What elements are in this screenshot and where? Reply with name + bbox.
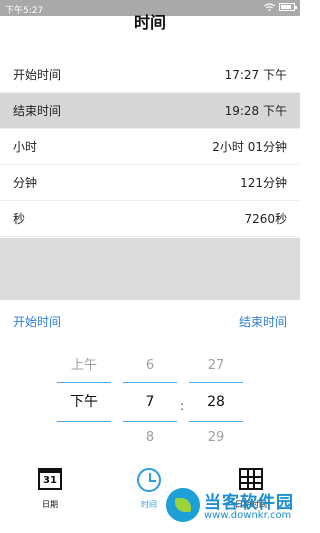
minutes-value: 121分钟 [240, 176, 287, 190]
calendar-icon: 31 [38, 468, 62, 490]
picker-tab-bar: 开始时间 结束时间 [0, 300, 300, 342]
watermark-url: www.downkr.com [204, 510, 292, 521]
status-time: 下午5:27 [5, 6, 44, 16]
start-time-row[interactable]: 开始时间 17:27 下午 [0, 57, 300, 93]
minutes-label: 分钟 [13, 176, 38, 190]
nav-label-date: 日期 [42, 500, 58, 509]
seconds-label: 秒 [13, 212, 26, 226]
status-icons [264, 3, 297, 11]
time-info-list: 开始时间 17:27 下午 结束时间 19:28 下午 小时 2小时 01分钟 … [0, 57, 300, 237]
minute-option[interactable]: 29 [189, 424, 243, 452]
hour-selected[interactable]: 7 [123, 382, 177, 422]
time-separator: : [180, 399, 185, 413]
ampm-option[interactable]: 上午 [57, 352, 111, 380]
divider-band [0, 238, 300, 300]
hour-option[interactable]: 8 [123, 424, 177, 452]
watermark-logo-icon [164, 486, 202, 524]
nav-item-date[interactable]: 31 日期 [25, 466, 75, 510]
minute-wheel[interactable]: 27 28 29 [189, 352, 243, 452]
minute-option[interactable]: 27 [189, 352, 243, 380]
clock-icon [137, 468, 161, 492]
end-time-value: 19:28 下午 [224, 104, 287, 118]
hour-wheel[interactable]: 6 7 8 [123, 352, 177, 452]
seconds-value: 7260秒 [244, 212, 287, 226]
calendar-day: 31 [43, 475, 57, 486]
start-time-value: 17:27 下午 [224, 68, 287, 82]
minutes-row[interactable]: 分钟 121分钟 [0, 165, 300, 201]
page-title: 时间 [133, 13, 166, 32]
hour-option[interactable]: 6 [123, 352, 177, 380]
wifi-icon [264, 3, 275, 11]
start-time-label: 开始时间 [13, 68, 62, 82]
hours-value: 2小时 01分钟 [212, 140, 287, 154]
hours-row[interactable]: 小时 2小时 01分钟 [0, 129, 300, 165]
battery-icon [279, 3, 297, 11]
tab-start-time[interactable]: 开始时间 [13, 313, 61, 330]
hours-label: 小时 [13, 140, 38, 154]
ampm-selected[interactable]: 下午 [57, 382, 111, 422]
watermark: 当客软件园 www.downkr.com [160, 486, 300, 533]
seconds-row[interactable]: 秒 7260秒 [0, 201, 300, 237]
end-time-row[interactable]: 结束时间 19:28 下午 [0, 93, 300, 129]
ampm-wheel[interactable]: 上午 下午 [57, 352, 111, 424]
tab-end-time[interactable]: 结束时间 [239, 313, 287, 330]
minute-selected[interactable]: 28 [189, 382, 243, 422]
end-time-label: 结束时间 [13, 104, 62, 118]
time-picker[interactable]: 上午 下午 6 7 8 : 27 28 29 [0, 352, 300, 470]
